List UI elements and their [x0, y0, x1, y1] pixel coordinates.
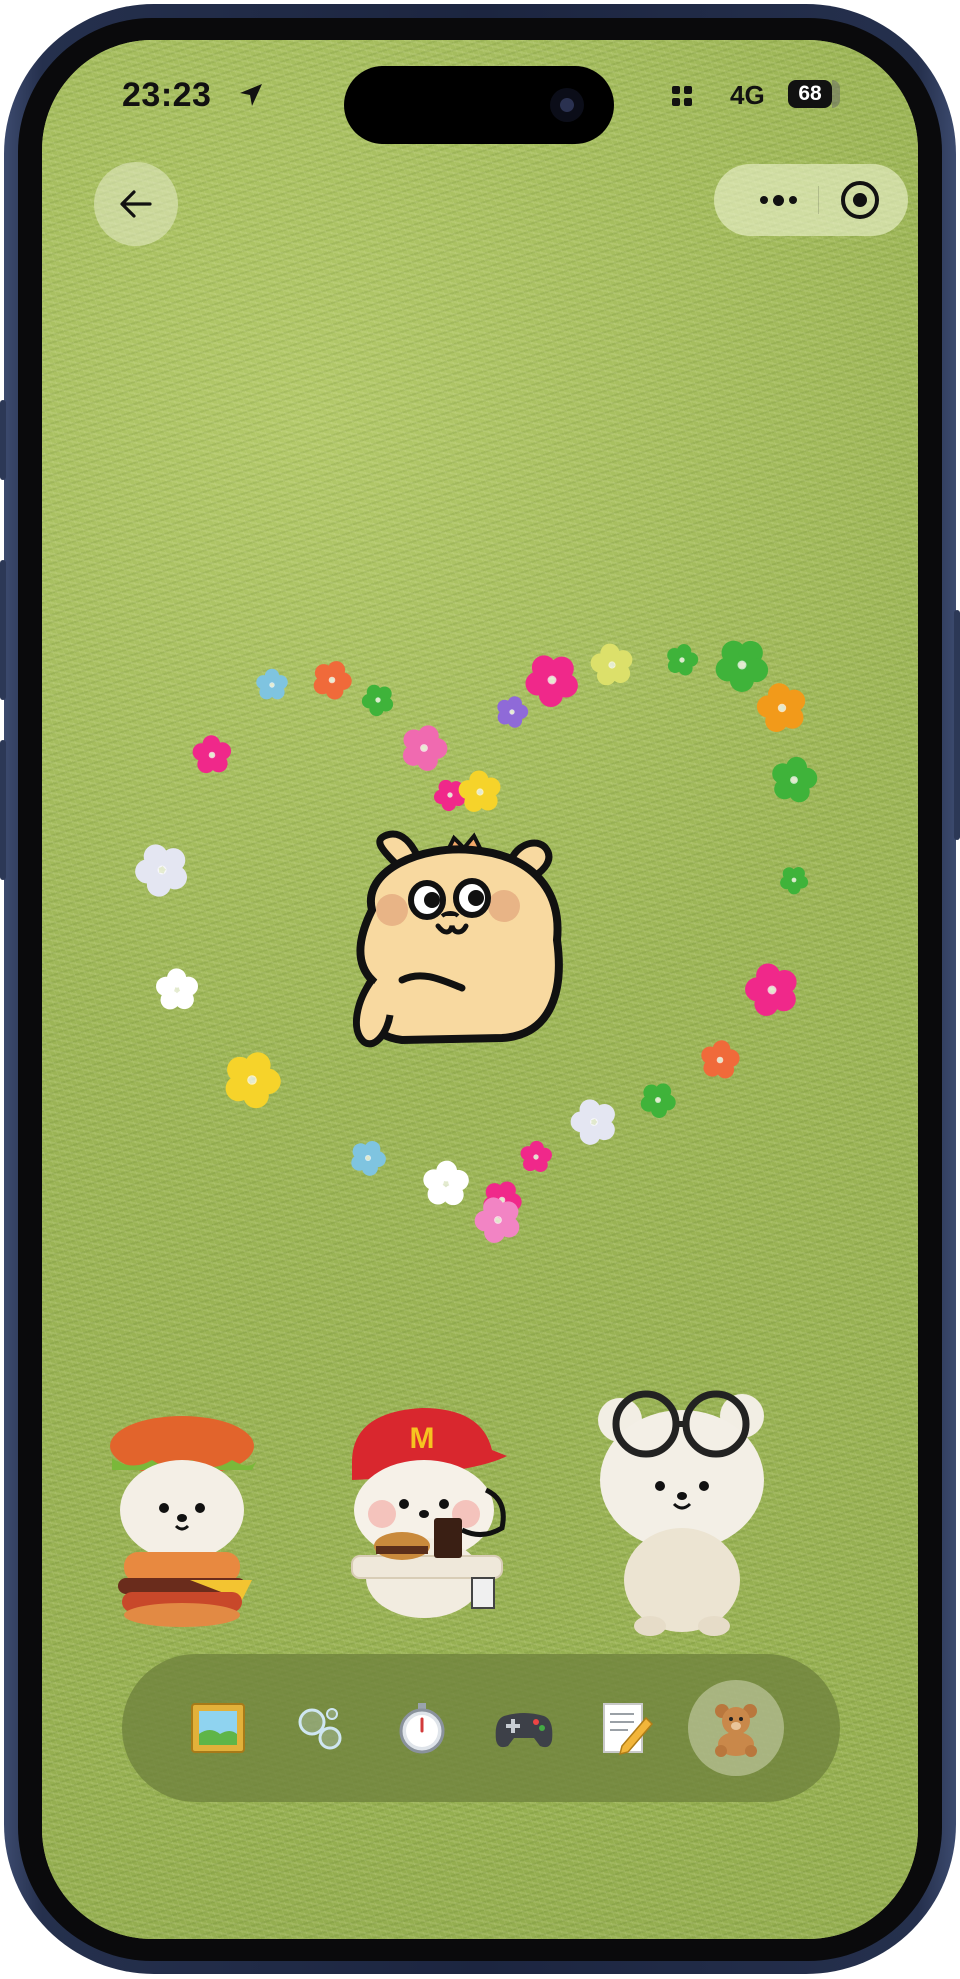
flower-center	[328, 676, 336, 684]
flower-center	[547, 675, 557, 685]
flower-center	[533, 1154, 539, 1160]
dynamic-island	[344, 66, 614, 144]
dock-timer-button[interactable]	[374, 1680, 470, 1776]
flower-center	[173, 986, 181, 994]
signal-icon	[672, 86, 694, 110]
flower-center	[494, 1216, 502, 1224]
flower-center	[737, 660, 747, 670]
flower-center	[790, 776, 798, 784]
close-target-button[interactable]	[838, 178, 882, 222]
bottom-dock	[122, 1654, 840, 1802]
status-time: 23:23	[122, 76, 212, 114]
flower-center	[269, 682, 275, 688]
capsule-divider	[818, 186, 819, 214]
battery-level: 68	[798, 82, 822, 105]
battery-cap	[832, 80, 840, 108]
flower-center	[509, 709, 515, 715]
mini-program-capsule	[714, 164, 908, 236]
action-button	[0, 400, 6, 480]
battery-indicator: 68	[788, 80, 840, 108]
cap-logo: M	[410, 1422, 435, 1455]
dock-bear-button[interactable]	[688, 1680, 784, 1776]
stopwatch-icon	[399, 1703, 445, 1754]
dock-bubbles-button[interactable]	[272, 1680, 368, 1776]
network-type: 4G	[730, 80, 765, 110]
flower-center	[442, 1180, 450, 1188]
memo-pencil-icon	[603, 1703, 654, 1756]
flower-center	[590, 1118, 598, 1126]
flower-center	[157, 865, 167, 875]
flower-center	[679, 657, 685, 663]
dock-gallery-button[interactable]	[170, 1680, 266, 1776]
home-indicator	[346, 1914, 614, 1924]
flower-center	[476, 788, 484, 796]
arrow-left-icon	[120, 190, 152, 218]
bear-sticker	[353, 830, 563, 1048]
flower-center	[608, 661, 616, 669]
flower-center	[447, 792, 453, 798]
dock-games-button[interactable]	[476, 1680, 572, 1776]
back-button[interactable]	[94, 162, 178, 246]
mcdonalds-crew-bear-plush: M	[351, 1408, 507, 1618]
flower-center	[655, 1097, 661, 1103]
flower-center	[777, 703, 787, 713]
volume-up-button	[0, 560, 6, 700]
flower-center	[716, 1056, 724, 1064]
power-button	[954, 610, 960, 840]
volume-down-button	[0, 740, 6, 880]
flower-center	[767, 985, 777, 995]
flower-center	[365, 1155, 371, 1161]
status-bar: 23:23 4G 68	[42, 40, 918, 150]
flower-center	[420, 744, 428, 752]
camera-icon	[550, 88, 584, 122]
framed-picture-icon	[191, 1703, 245, 1753]
dock-notes-button[interactable]	[578, 1680, 674, 1776]
glasses-bear-plush	[598, 1390, 764, 1636]
more-button[interactable]	[742, 184, 814, 216]
bubbles-icon	[298, 1708, 342, 1750]
screen: M 23:23 4G 68	[42, 40, 918, 1939]
flower-center	[208, 751, 216, 759]
hamburger-bear-plush	[110, 1416, 258, 1627]
game-controller-icon	[495, 1713, 553, 1748]
flower-center	[247, 1075, 257, 1085]
flower-center	[791, 877, 797, 883]
flower-center	[375, 697, 381, 703]
teddy-bear-icon	[715, 1704, 757, 1757]
location-arrow-icon	[240, 84, 262, 106]
